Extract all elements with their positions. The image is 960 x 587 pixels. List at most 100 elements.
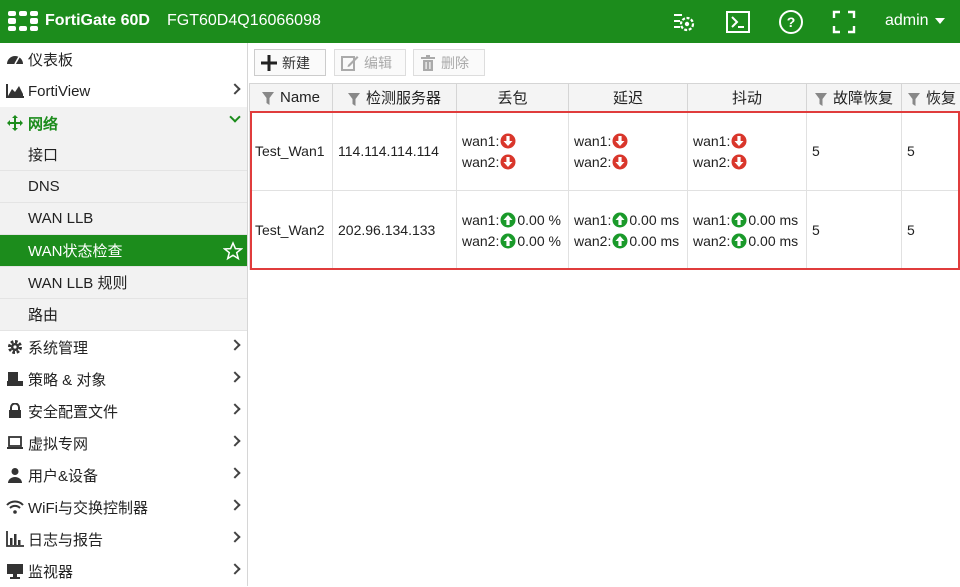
sidebar-subitem-wan-llb[interactable]: WAN LLB xyxy=(0,203,247,235)
status-line: wan1: xyxy=(693,130,801,151)
cell-jitter: wan1:wan2: xyxy=(688,112,807,191)
edit-icon xyxy=(341,55,359,71)
sidebar-item-label: 日志与报告 xyxy=(28,529,103,550)
sidebar-item-user-device[interactable]: 用户&设备 xyxy=(0,459,247,491)
filter-icon[interactable] xyxy=(348,93,360,106)
bar-chart-icon xyxy=(5,529,25,549)
sidebar-item-label: 虚拟专网 xyxy=(28,433,88,454)
gear-icon xyxy=(5,337,25,357)
metric-value: 0.00 ms xyxy=(748,233,798,249)
cli-console-icon[interactable] xyxy=(725,9,751,35)
cell-latency: wan1:0.00 mswan2:0.00 ms xyxy=(569,191,688,270)
sidebar: 仪表板 FortiView 网络 接口 DNS WAN LLB WAN状态检查 … xyxy=(0,43,248,586)
dashboard-icon xyxy=(5,49,25,69)
filter-icon[interactable] xyxy=(815,93,827,106)
policy-document-icon xyxy=(5,369,25,389)
star-favorite-icon[interactable] xyxy=(223,241,243,265)
create-new-button[interactable]: 新建 xyxy=(254,49,326,76)
sidebar-item-fortiview[interactable]: FortiView xyxy=(0,75,247,107)
caret-down-icon xyxy=(935,18,945,24)
sidebar-item-vpn[interactable]: 虚拟专网 xyxy=(0,427,247,459)
sidebar-subitem-interfaces[interactable]: 接口 xyxy=(0,139,247,171)
column-header-failover[interactable]: 故障恢复 xyxy=(807,84,902,112)
column-header-name[interactable]: Name xyxy=(250,84,333,112)
sidebar-subitem-label: DNS xyxy=(28,178,60,195)
chevron-right-icon xyxy=(229,499,240,510)
sidebar-item-wifi-switch[interactable]: WiFi与交换控制器 xyxy=(0,491,247,523)
column-header-jitter[interactable]: 抖动 xyxy=(688,84,807,112)
health-check-table: Name 检测服务器 丢包 延迟 抖动 故障恢复 恢复 Test_Wan1114… xyxy=(249,83,960,270)
interface-label: wan2: xyxy=(574,154,611,170)
arrow-up-circle-icon xyxy=(731,212,747,228)
interface-label: wan2: xyxy=(693,233,730,249)
table-row[interactable]: Test_Wan1114.114.114.114wan1:wan2:wan1:w… xyxy=(250,112,960,191)
chevron-right-icon xyxy=(229,467,240,478)
sidebar-item-system[interactable]: 系统管理 xyxy=(0,331,247,363)
serial-number: FGT60D4Q16066098 xyxy=(167,12,321,30)
sidebar-item-label: 监视器 xyxy=(28,561,73,582)
fullscreen-icon[interactable] xyxy=(831,9,857,35)
chevron-right-icon xyxy=(229,83,240,94)
sidebar-item-log-report[interactable]: 日志与报告 xyxy=(0,523,247,555)
help-icon[interactable]: ? xyxy=(778,9,804,35)
sidebar-subitem-wan-status-check[interactable]: WAN状态检查 xyxy=(0,235,247,267)
sidebar-item-security-profiles[interactable]: 安全配置文件 xyxy=(0,395,247,427)
sidebar-item-label: 安全配置文件 xyxy=(28,401,118,422)
wifi-icon xyxy=(5,497,25,517)
lock-icon xyxy=(5,401,25,421)
column-header-label: 故障恢复 xyxy=(833,90,893,107)
toolbar: 新建 编辑 删除 xyxy=(249,43,960,83)
plus-icon xyxy=(261,55,277,71)
status-line: wan1:0.00 ms xyxy=(574,209,682,230)
chevron-right-icon xyxy=(229,563,240,574)
sidebar-subitem-label: 接口 xyxy=(28,144,58,165)
filter-icon[interactable] xyxy=(262,92,274,105)
settings-wheel-icon[interactable] xyxy=(671,9,697,35)
sidebar-item-dashboard[interactable]: 仪表板 xyxy=(0,43,247,75)
sidebar-item-policy-objects[interactable]: 策略 & 对象 xyxy=(0,363,247,395)
cell-server: 114.114.114.114 xyxy=(333,112,457,191)
sidebar-item-label: 仪表板 xyxy=(28,49,73,70)
interface-label: wan2: xyxy=(574,233,611,249)
table-header-row: Name 检测服务器 丢包 延迟 抖动 故障恢复 恢复 xyxy=(250,84,960,112)
sidebar-item-monitor[interactable]: 监视器 xyxy=(0,555,247,587)
chevron-right-icon xyxy=(229,403,240,414)
sidebar-subitem-label: WAN LLB xyxy=(28,210,93,227)
sidebar-item-label: 系统管理 xyxy=(28,337,88,358)
filter-icon[interactable] xyxy=(908,93,920,106)
interface-label: wan1: xyxy=(574,212,611,228)
interface-label: wan1: xyxy=(462,133,499,149)
sidebar-item-label: 网络 xyxy=(28,113,58,134)
column-header-label: 丢包 xyxy=(497,90,527,107)
column-header-packet-loss[interactable]: 丢包 xyxy=(457,84,569,112)
sidebar-subitem-label: 路由 xyxy=(28,304,58,325)
table-row[interactable]: Test_Wan2202.96.134.133wan1:0.00 %wan2:0… xyxy=(250,191,960,270)
chevron-right-icon xyxy=(229,531,240,542)
sidebar-item-label: 策略 & 对象 xyxy=(28,369,106,390)
metric-value: 0.00 % xyxy=(517,233,561,249)
column-header-latency[interactable]: 延迟 xyxy=(569,84,688,112)
top-bar: FortiGate 60D FGT60D4Q16066098 ? xyxy=(0,0,960,43)
column-header-label: Name xyxy=(280,89,320,106)
create-new-label: 新建 xyxy=(282,53,310,73)
cell-failover: 5 xyxy=(807,112,902,191)
delete-button[interactable]: 删除 xyxy=(413,49,485,76)
arrow-up-circle-icon xyxy=(500,212,516,228)
arrow-down-circle-icon xyxy=(731,154,747,170)
cell-loss: wan1:wan2: xyxy=(457,112,569,191)
sidebar-item-network[interactable]: 网络 xyxy=(0,107,247,139)
cell-name: Test_Wan1 xyxy=(250,112,333,191)
column-header-server[interactable]: 检测服务器 xyxy=(333,84,457,112)
edit-button[interactable]: 编辑 xyxy=(334,49,406,76)
sidebar-subitem-dns[interactable]: DNS xyxy=(0,171,247,203)
column-header-recover[interactable]: 恢复 xyxy=(902,84,960,112)
arrow-up-circle-icon xyxy=(731,233,747,249)
svg-text:?: ? xyxy=(787,14,796,30)
chevron-right-icon xyxy=(229,435,240,446)
sidebar-subitem-wan-llb-rules[interactable]: WAN LLB 规则 xyxy=(0,267,247,299)
user-menu[interactable]: admin xyxy=(885,12,945,30)
cell-jitter: wan1:0.00 mswan2:0.00 ms xyxy=(688,191,807,270)
sidebar-subitem-routing[interactable]: 路由 xyxy=(0,299,247,331)
status-line: wan2: xyxy=(574,151,682,172)
chevron-right-icon xyxy=(229,371,240,382)
